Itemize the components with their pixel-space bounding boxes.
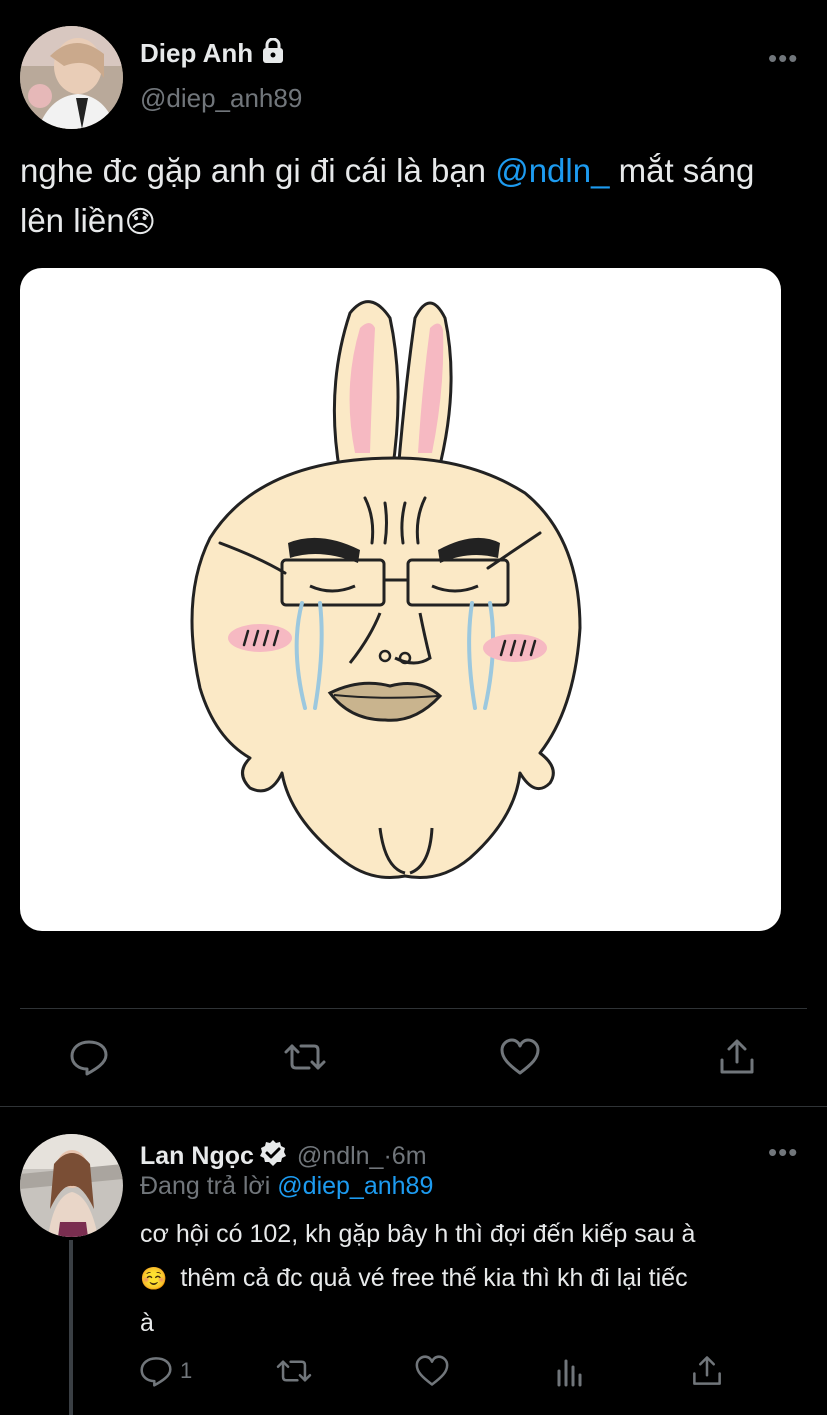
reply-author-avatar[interactable]	[20, 1134, 123, 1237]
tweet-image[interactable]	[20, 268, 781, 931]
reply-text-line-2: ☺️ thêm cả đc quả vé free thế kia thì kh…	[140, 1256, 810, 1301]
reply-time[interactable]: 6m	[392, 1142, 427, 1171]
like-icon[interactable]	[415, 1355, 449, 1387]
tweet-text: nghe đc gặp anh gi đi cái là bạn @ndln_ …	[20, 146, 800, 248]
reply-author-name[interactable]: Lan Ngọc	[140, 1142, 254, 1171]
avatar-photo	[20, 26, 123, 129]
reply-text-line-3: à	[140, 1309, 154, 1337]
replying-to: Đang trả lời @diep_anh89	[140, 1172, 433, 1201]
reply-count: 1	[180, 1358, 193, 1383]
smiling-emoji: ☺️	[140, 1266, 168, 1291]
reply-reply-button[interactable]: 1	[140, 1355, 192, 1387]
more-icon[interactable]: •••	[768, 45, 798, 71]
reply-separator: ·	[383, 1142, 392, 1170]
actions-top-divider	[20, 1008, 807, 1009]
reply-avatar-photo	[20, 1134, 123, 1237]
mention-link[interactable]: @ndln_	[495, 152, 609, 189]
crying-rabbit-image	[190, 300, 582, 880]
reply-icon	[140, 1355, 172, 1387]
reply-more-icon[interactable]: •••	[768, 1139, 798, 1165]
reply-text-line-2-text: thêm cả đc quả vé free thế kia thì kh đi…	[173, 1264, 688, 1292]
replying-to-label: Đang trả lời	[140, 1172, 278, 1200]
author-name[interactable]: Diep Anh	[140, 38, 253, 69]
verified-icon	[259, 1139, 287, 1174]
analytics-icon[interactable]	[554, 1355, 586, 1387]
reply-text-line-1: cơ hội có 102, kh gặp bây h thì đợi đến …	[140, 1220, 696, 1248]
reply-author-handle[interactable]: @ndln_	[297, 1142, 384, 1171]
author-handle[interactable]: @diep_anh89	[140, 83, 302, 114]
tweet-text-start: nghe đc gặp anh gi đi cái là bạn	[20, 152, 496, 189]
share-icon[interactable]	[691, 1355, 723, 1387]
replying-to-link[interactable]: @diep_anh89	[277, 1172, 433, 1200]
reply-thread-line	[69, 1240, 73, 1415]
lock-icon	[261, 37, 285, 69]
like-icon[interactable]	[500, 1038, 540, 1076]
reply-text: cơ hội có 102, kh gặp bây h thì đợi đến …	[140, 1212, 810, 1345]
share-icon[interactable]	[718, 1038, 756, 1076]
author-avatar[interactable]	[20, 26, 123, 129]
retweet-icon[interactable]	[275, 1355, 313, 1387]
actions-bottom-divider	[0, 1106, 827, 1107]
retweet-icon[interactable]	[283, 1038, 327, 1076]
disappointed-emoji: 😞	[124, 206, 156, 239]
reply-icon[interactable]	[70, 1038, 108, 1076]
